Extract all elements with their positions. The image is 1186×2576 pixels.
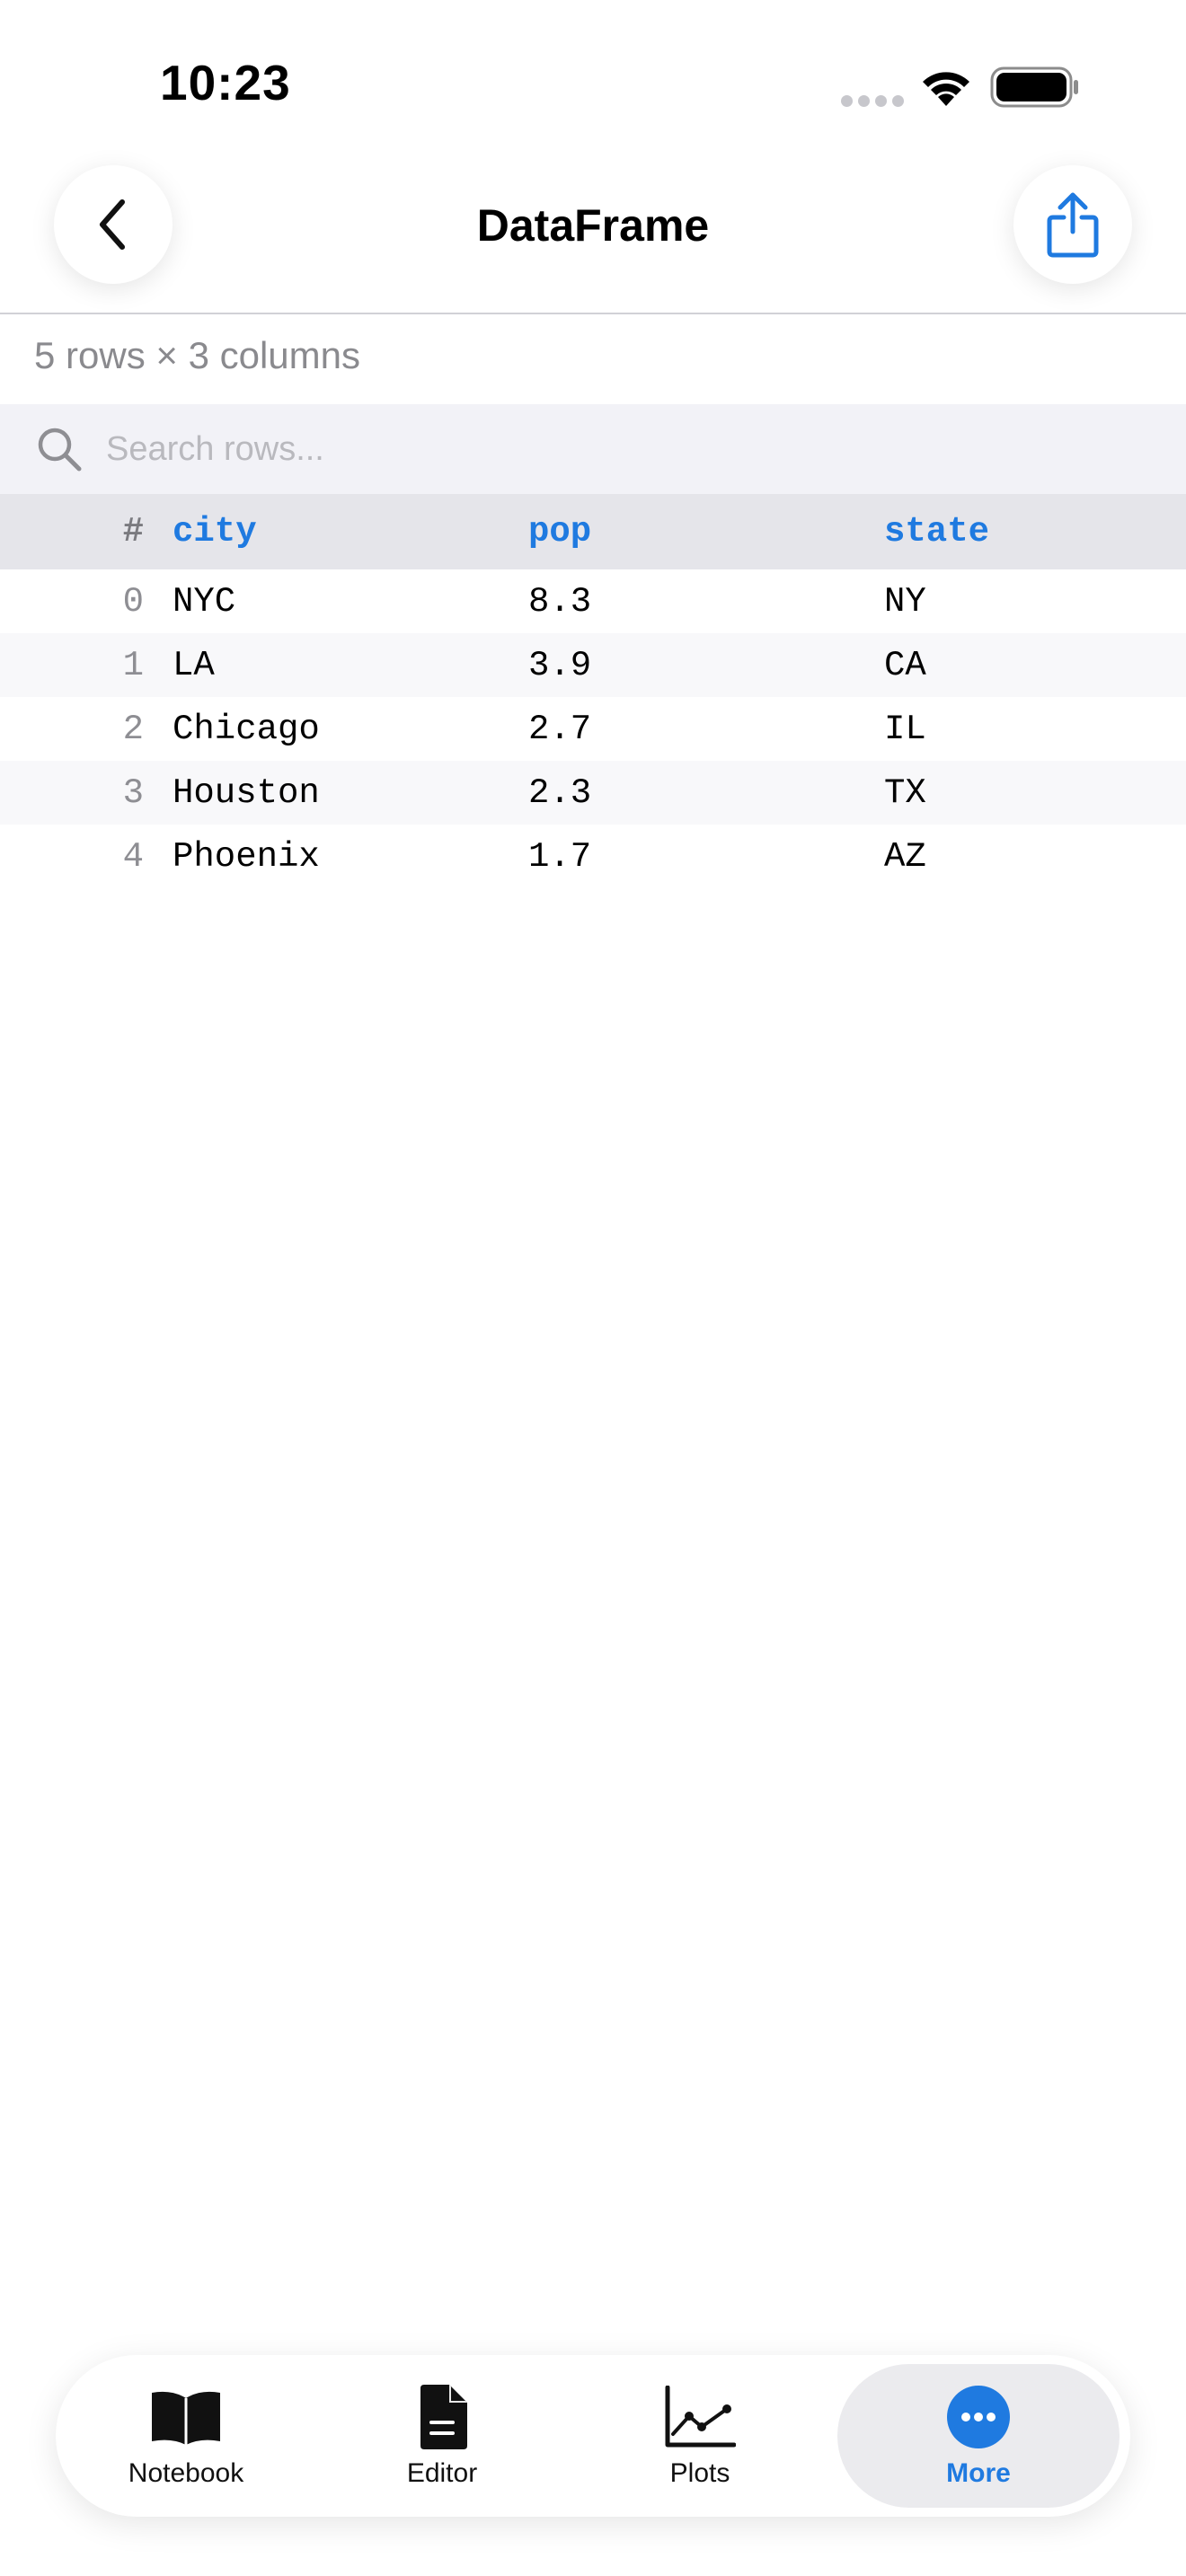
ellipsis-icon <box>941 2383 1016 2451</box>
share-icon <box>1047 192 1099 258</box>
cell-city: Phoenix <box>173 836 320 877</box>
document-icon <box>404 2383 480 2451</box>
column-header-index: # <box>122 512 144 551</box>
tab-label: Plots <box>669 2458 730 2488</box>
cell-pop: 8.3 <box>528 581 592 622</box>
cell-city: Houston <box>173 772 320 813</box>
cell-pop: 2.7 <box>528 709 592 749</box>
tab-label: Notebook <box>128 2458 244 2488</box>
cell-city: NYC <box>173 581 236 622</box>
cell-state: IL <box>884 709 926 749</box>
search-icon <box>38 428 82 472</box>
search-bar <box>0 404 1186 494</box>
table-row[interactable]: 4 Phoenix 1.7 AZ <box>0 825 1186 888</box>
navigation-bar: DataFrame <box>0 153 1186 314</box>
dataframe-shape-label: 5 rows × 3 columns <box>34 334 360 376</box>
row-index: 3 <box>122 772 144 813</box>
status-time: 10:23 <box>160 55 291 110</box>
cell-city: Chicago <box>173 709 320 749</box>
tab-bar: Notebook Editor Plots More <box>56 2355 1130 2517</box>
cell-state: AZ <box>884 836 926 877</box>
search-input[interactable] <box>104 428 1096 470</box>
tab-editor[interactable]: Editor <box>312 2364 572 2508</box>
table-row[interactable]: 0 NYC 8.3 NY <box>0 569 1186 633</box>
status-bar: 10:23 <box>0 0 1186 153</box>
table-row[interactable]: 2 Chicago 2.7 IL <box>0 697 1186 761</box>
battery-icon <box>990 66 1078 108</box>
table-row[interactable]: 1 LA 3.9 CA <box>0 633 1186 697</box>
share-button[interactable] <box>1013 165 1132 284</box>
line-chart-icon <box>662 2383 738 2451</box>
tab-plots[interactable]: Plots <box>570 2364 830 2508</box>
table-header-row: # city pop state <box>0 494 1186 569</box>
tab-label: Editor <box>406 2458 478 2488</box>
column-header-city[interactable]: city <box>173 494 257 569</box>
cell-pop: 3.9 <box>528 645 592 685</box>
cell-state: NY <box>884 581 926 622</box>
tab-notebook[interactable]: Notebook <box>56 2364 316 2508</box>
cellular-signal-icon <box>841 95 904 107</box>
cell-pop: 2.3 <box>528 772 592 813</box>
row-index: 2 <box>122 709 144 749</box>
dataframe-table: # city pop state 0 NYC 8.3 NY 1 LA 3.9 C… <box>0 494 1186 888</box>
tab-label: More <box>946 2458 1011 2488</box>
page-title: DataFrame <box>476 200 710 251</box>
table-row[interactable]: 3 Houston 2.3 TX <box>0 761 1186 825</box>
book-icon <box>148 2383 224 2451</box>
column-header-state[interactable]: state <box>884 494 989 569</box>
row-index: 1 <box>122 645 144 685</box>
cell-state: TX <box>884 772 926 813</box>
cell-pop: 1.7 <box>528 836 592 877</box>
wifi-icon <box>923 72 969 106</box>
column-header-pop[interactable]: pop <box>528 494 591 569</box>
row-index: 4 <box>122 836 144 877</box>
cell-state: CA <box>884 645 926 685</box>
row-index: 0 <box>122 581 144 622</box>
tab-more[interactable]: More <box>837 2364 1120 2508</box>
cell-city: LA <box>173 645 215 685</box>
